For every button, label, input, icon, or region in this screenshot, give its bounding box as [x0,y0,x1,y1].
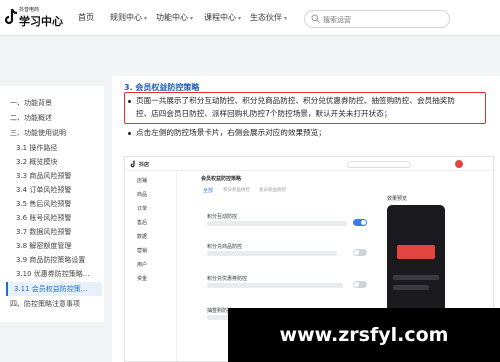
sidebar-item-3-6[interactable]: 3.6 账号风险预警 [16,213,71,223]
sidebar-item-3-10[interactable]: 3.10 优惠券防控策略... [16,269,90,279]
sidebar-item-3-3[interactable]: 3.3 商品风险预警 [16,171,71,181]
nav-courses[interactable]: 课程中心 ▾ [204,0,241,36]
placeholder-line [207,221,347,226]
search-box[interactable] [304,10,450,28]
chevron-down-icon: ▾ [144,15,148,22]
embedded-tab: 全部 [203,188,214,194]
sidebar-item-3-5[interactable]: 3.5 售后风险预警 [16,199,71,209]
sidebar-item-background[interactable]: 一、功能背景 [10,98,52,108]
douyin-logo-icon [130,160,135,168]
sidebar-item-3-11[interactable]: 3.11 会员权益防控策... [6,282,102,296]
nav-rules[interactable]: 规则中心 ▾ [110,0,147,36]
nav-features-label: 功能中心 [156,13,188,22]
chevron-down-icon: ▾ [284,15,288,22]
top-bar: 抖音电商 学习中心 首页 规则中心 ▾ 功能中心 ▾ 课程中心 ▾ 生态伙伴 ▾ [0,0,500,36]
sidebar-item-3-9[interactable]: 3.9 商品防控策略设置 [16,255,85,265]
sidebar-item-3-8[interactable]: 3.8 解密额度管理 [16,241,71,251]
sidebar-item-3-4[interactable]: 3.4 订单风险预警 [16,185,71,195]
embedded-menu-item: 营销 [137,248,148,254]
nav-home[interactable]: 首页 [78,0,94,36]
nav-partners-label: 生态伙伴 [250,13,282,22]
logo-title: 学习中心 [19,15,63,28]
embedded-preview-label: 效果预览 [387,196,408,202]
bullet-dot [128,100,131,103]
placeholder-line [207,283,343,288]
logo[interactable]: 抖音电商 学习中心 [4,6,66,32]
watermark-text: www.zrsfyl.com [279,324,449,346]
embedded-menu-item: 订单 [137,206,148,212]
bullet-dot [128,132,131,135]
embedded-menu-item: 店铺 [137,178,148,184]
embedded-side-menu: 店铺 商品 订单 售后 数据 营销 用户 资金 [125,171,177,361]
search-icon [311,14,320,23]
embedded-app-name: 抖店 [139,162,150,168]
preview-line [393,275,439,280]
embedded-page-title: 会员权益防控策略 [201,176,242,182]
embedded-card-title: 积分互动防控 [207,214,238,220]
embedded-menu-item: 数据 [137,234,148,240]
embedded-tab: 积分权益防控 [223,188,250,193]
embedded-menu-item: 商品 [137,192,148,198]
embedded-menu-item: 售后 [137,220,148,226]
toggle-switch [353,281,367,288]
bullet-1-line-1: 页面一共展示了积分互动防控、积分兑商品防控、积分兑优惠券防控、抽签购防控、会员抽… [136,96,455,105]
toggle-switch [353,219,367,226]
nav-features[interactable]: 功能中心 ▾ [156,0,193,36]
preview-image [397,245,435,259]
embedded-menu-item: 资金 [137,276,148,282]
embedded-search [347,161,411,168]
sidebar-item-3-7[interactable]: 3.7 数据风险预警 [16,227,71,237]
douyin-logo-icon [4,8,18,25]
phone-preview [387,205,445,325]
sidebar-item-3-2[interactable]: 3.2 概览模块 [16,157,57,167]
embedded-header: 抖店 [125,157,493,171]
search-input[interactable] [323,13,443,26]
watermark-banner: www.zrsfyl.com [228,308,500,362]
avatar [455,160,463,168]
bullet-1-line-2: 控、店四会员日防控、派样回购礼防控7个防控场景，默认开关未打开状态； [136,109,392,118]
nav-courses-label: 课程中心 [204,13,236,22]
embedded-card-title: 积分兑优惠券防控 [207,276,248,282]
nav-rules-label: 规则中心 [110,13,142,22]
nav-partners[interactable]: 生态伙伴 ▾ [250,0,287,36]
toggle-switch [353,249,367,256]
bullet-2: 点击左侧的防控场景卡片，右侧会展示对应的效果预览； [136,128,326,137]
chevron-down-icon: ▾ [238,15,242,22]
sidebar: 一、功能背景 二、功能概述 三、功能使用说明 3.1 操作路径 3.2 概览模块… [0,86,104,322]
sidebar-item-overview[interactable]: 二、功能概述 [10,113,52,123]
preview-line [393,285,429,290]
embedded-menu-item: 用户 [137,262,148,268]
placeholder-line [207,251,337,256]
logo-subtitle: 抖音电商 [19,7,40,13]
sidebar-item-notes[interactable]: 四、防控策略注意事项 [10,299,80,309]
embedded-card-title: 积分兑商品防控 [207,244,243,250]
chevron-down-icon: ▾ [190,15,194,22]
embedded-tab: 会员权益防控 [259,188,286,193]
sidebar-item-3-1[interactable]: 3.1 操作路径 [16,143,57,153]
sidebar-item-usage[interactable]: 三、功能使用说明 [10,128,66,138]
